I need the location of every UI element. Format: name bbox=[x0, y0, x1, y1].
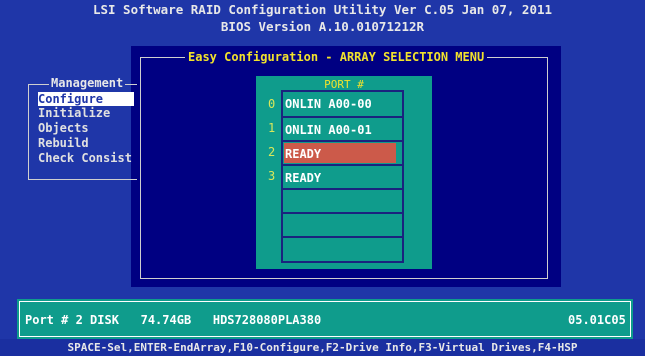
utility-title: LSI Software RAID Configuration Utility … bbox=[92, 2, 553, 17]
drive-info-text: Port # 2 DISK 74.74GB HDS728080PLA380 bbox=[25, 313, 322, 327]
port-slot-1[interactable]: ONLIN A00-01 bbox=[283, 116, 402, 140]
management-menu-title: Management bbox=[49, 76, 126, 90]
port-slot-label: ONLIN A00-01 bbox=[285, 123, 372, 137]
port-slot-2[interactable]: READY bbox=[283, 140, 402, 164]
easy-config-title: Easy Configuration - ARRAY SELECTION MEN… bbox=[185, 50, 488, 64]
menu-item-check-consistency[interactable]: Check Consist bbox=[38, 151, 132, 165]
menu-item-initialize[interactable]: Initialize bbox=[38, 106, 110, 120]
port-slot-3[interactable]: READY bbox=[283, 164, 402, 188]
port-slot-6[interactable] bbox=[283, 236, 402, 261]
port-slot-4[interactable] bbox=[283, 188, 402, 212]
menu-item-objects[interactable]: Objects bbox=[38, 121, 89, 135]
key-help-text: SPACE-Sel,ENTER-EndArray,F10-Configure,F… bbox=[67, 341, 578, 354]
bios-version: BIOS Version A.10.01071212R bbox=[220, 19, 425, 34]
slot-number-3: 3 bbox=[268, 169, 276, 183]
slot-number-0: 0 bbox=[268, 97, 276, 111]
slot-number-2: 2 bbox=[268, 145, 276, 159]
port-slot-label: ONLIN A00-00 bbox=[285, 97, 372, 111]
slot-number-1: 1 bbox=[268, 121, 276, 135]
menu-item-rebuild[interactable]: Rebuild bbox=[38, 136, 89, 150]
firmware-version: 05.01C05 bbox=[568, 313, 626, 327]
port-slot-label: READY bbox=[285, 147, 322, 161]
port-slot-label: READY bbox=[285, 171, 322, 185]
menu-item-configure[interactable]: Configure bbox=[38, 92, 134, 106]
port-slot-5[interactable] bbox=[283, 212, 402, 236]
port-slot-0[interactable]: ONLIN A00-00 bbox=[283, 92, 402, 116]
